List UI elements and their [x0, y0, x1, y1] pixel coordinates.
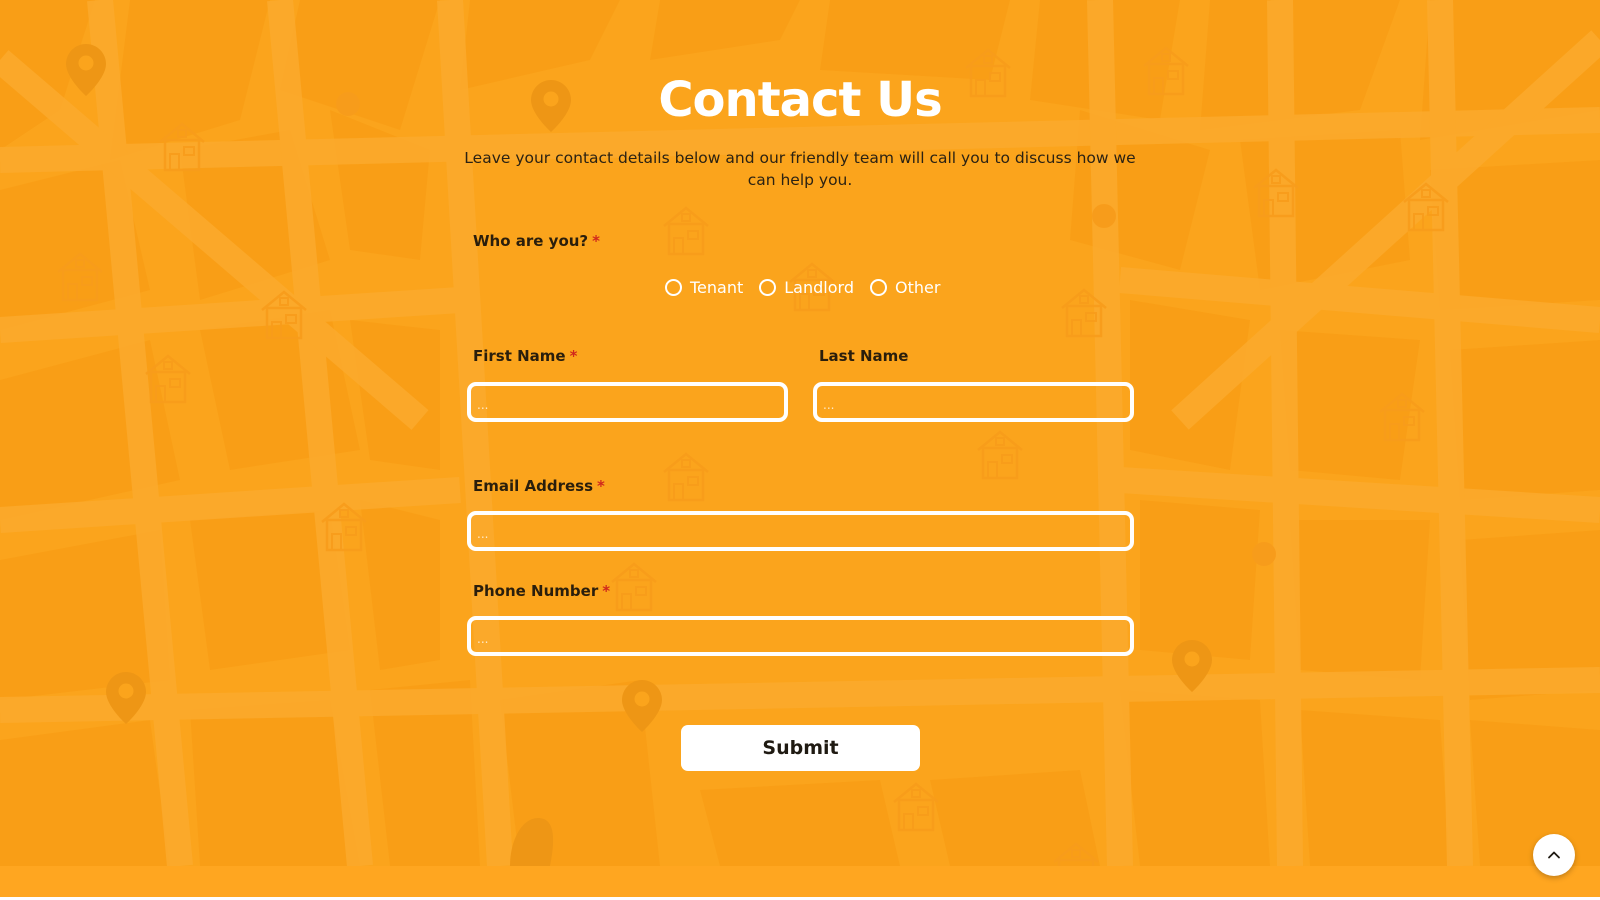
chevron-up-icon	[1548, 851, 1560, 859]
phone-input[interactable]	[467, 616, 1134, 656]
required-asterisk: *	[597, 477, 605, 495]
radio-circle-icon[interactable]	[759, 278, 777, 296]
required-asterisk: *	[592, 232, 600, 250]
radio-other-label: Other	[894, 277, 941, 297]
submit-button[interactable]: Submit	[681, 725, 920, 771]
hero-section: Contact Us Leave your contact details be…	[0, 0, 1600, 866]
phone-label: Phone Number *	[473, 582, 610, 600]
contact-form-section: Contact Us Leave your contact details be…	[0, 0, 1600, 866]
scroll-to-top-button[interactable]	[1533, 834, 1575, 876]
first-name-label: First Name *	[473, 347, 577, 365]
page-title: Contact Us	[658, 72, 942, 128]
radio-landlord-label: Landlord	[784, 277, 854, 297]
first-name-text: First Name	[473, 347, 566, 365]
last-name-input[interactable]	[813, 382, 1134, 422]
first-name-input[interactable]	[467, 382, 788, 422]
last-name-label: Last Name	[819, 347, 908, 365]
who-are-you-radio-group: Tenant Landlord Other	[665, 275, 940, 299]
required-asterisk: *	[602, 582, 611, 600]
required-asterisk: *	[569, 347, 578, 365]
who-are-you-label: Who are you? *	[473, 232, 600, 250]
page-subtitle: Leave your contact details below and our…	[464, 149, 1136, 189]
footer-strip	[0, 866, 1600, 900]
radio-landlord[interactable]: Landlord	[759, 278, 854, 297]
last-name-text: Last Name	[819, 347, 909, 365]
email-label: Email Address *	[473, 477, 605, 495]
radio-circle-icon[interactable]	[869, 278, 887, 296]
who-are-you-text: Who are you?	[473, 232, 589, 250]
radio-circle-icon[interactable]	[665, 278, 682, 296]
radio-tenant[interactable]: Tenant	[665, 278, 743, 297]
email-text: Email Address	[473, 477, 594, 495]
email-input[interactable]	[467, 511, 1134, 551]
radio-tenant-label: Tenant	[690, 277, 744, 297]
phone-text: Phone Number	[473, 582, 599, 600]
radio-other[interactable]: Other	[869, 277, 941, 297]
